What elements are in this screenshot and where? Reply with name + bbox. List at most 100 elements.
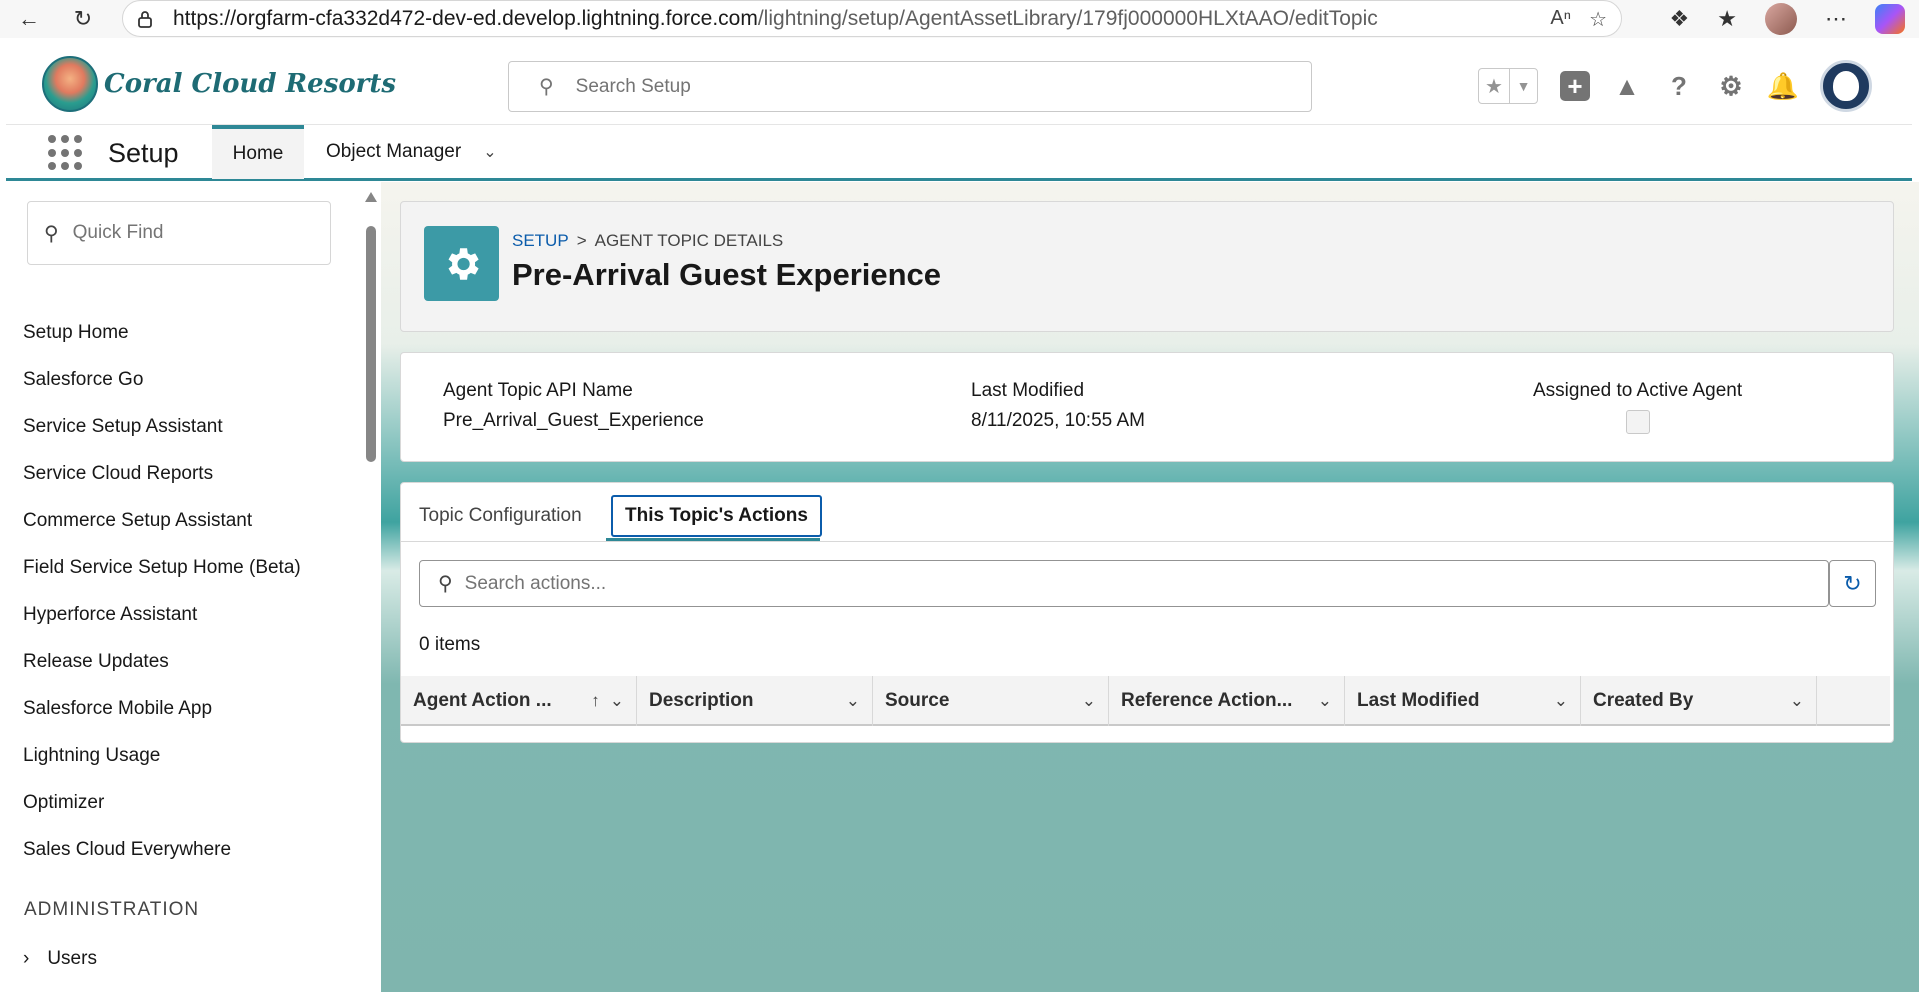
breadcrumb: SETUP > AGENT TOPIC DETAILS	[512, 231, 783, 251]
sidebar-item-optimizer[interactable]: Optimizer	[23, 792, 104, 814]
sidebar-item-salesforce-go[interactable]: Salesforce Go	[23, 369, 143, 391]
column-label: Description	[649, 690, 754, 711]
page-header: SETUP > AGENT TOPIC DETAILS Pre-Arrival …	[400, 201, 1894, 332]
chevron-down-icon[interactable]: ⌄	[610, 691, 624, 711]
copilot-icon[interactable]	[1875, 4, 1905, 34]
nav-tab-label: Home	[232, 143, 284, 164]
column-description[interactable]: Description ⌄	[637, 676, 873, 726]
more-icon[interactable]: ⋯	[1825, 6, 1847, 32]
last-modified-label: Last Modified	[971, 380, 1085, 401]
app-navigation: Setup Home Object Manager ⌄	[6, 124, 1912, 181]
sidebar-item-label: Users	[47, 948, 97, 969]
column-source[interactable]: Source ⌄	[873, 676, 1109, 726]
sidebar-item-lightning-usage[interactable]: Lightning Usage	[23, 745, 160, 767]
sidebar-item-service-setup-assistant[interactable]: Service Setup Assistant	[23, 416, 223, 438]
sidebar-item-field-service-setup[interactable]: Field Service Setup Home (Beta)	[23, 557, 301, 579]
quick-find-placeholder: Quick Find	[72, 222, 164, 243]
search-actions-input[interactable]: ⚲ Search actions...	[419, 560, 1829, 607]
address-bar[interactable]: https://orgfarm-cfa332d472-dev-ed.develo…	[122, 0, 1622, 37]
extensions-icon[interactable]: ❖	[1670, 6, 1690, 32]
browser-toolbar: ← ↻ https://orgfarm-cfa332d472-dev-ed.de…	[0, 0, 1919, 38]
nav-tab-home[interactable]: Home	[212, 125, 304, 179]
scrollbar-thumb[interactable]	[366, 226, 376, 462]
topic-tabset: Topic Configuration This Topic's Actions…	[400, 482, 1894, 743]
column-created-by[interactable]: Created By ⌄	[1581, 676, 1817, 726]
chevron-down-icon[interactable]: ⌄	[1082, 691, 1096, 711]
sidebar-scrollbar[interactable]	[363, 192, 377, 992]
favorite-star-icon[interactable]: ☆	[1589, 7, 1607, 32]
setup-gear-icon[interactable]: ⚙	[1716, 71, 1746, 101]
column-label: Reference Action...	[1121, 690, 1293, 711]
sidebar-section-title: ADMINISTRATION	[24, 899, 200, 920]
column-last-modified[interactable]: Last Modified ⌄	[1345, 676, 1581, 726]
lock-icon	[135, 9, 155, 29]
sidebar-item-salesforce-mobile-app[interactable]: Salesforce Mobile App	[23, 698, 212, 720]
sort-ascending-icon[interactable]: ↑	[591, 691, 600, 711]
sidebar-item-service-cloud-reports[interactable]: Service Cloud Reports	[23, 463, 213, 485]
user-avatar[interactable]	[1820, 60, 1872, 112]
tab-topic-actions[interactable]: This Topic's Actions	[611, 495, 822, 537]
url-host: https://orgfarm-cfa332d472-dev-ed.develo…	[173, 6, 758, 30]
breadcrumb-setup-link[interactable]: SETUP	[512, 231, 569, 251]
column-label: Last Modified	[1357, 690, 1480, 711]
back-icon[interactable]: ←	[10, 0, 48, 38]
api-name-label: Agent Topic API Name	[443, 380, 633, 401]
assigned-label: Assigned to Active Agent	[1533, 380, 1743, 401]
setup-search-input[interactable]: ⚲ Search Setup	[508, 61, 1312, 112]
search-icon: ⚲	[438, 573, 453, 595]
logo-icon	[42, 56, 98, 112]
sidebar-item-sales-cloud-everywhere[interactable]: Sales Cloud Everywhere	[23, 839, 231, 861]
chevron-down-icon[interactable]: ⌄	[1554, 691, 1568, 711]
table-header-filler	[1817, 676, 1890, 724]
sidebar-item-release-updates[interactable]: Release Updates	[23, 651, 169, 673]
sidebar-item-commerce-setup-assistant[interactable]: Commerce Setup Assistant	[23, 510, 252, 532]
tab-label: Topic Configuration	[419, 505, 582, 526]
setup-gear-icon	[424, 226, 499, 301]
favorites-group[interactable]: ★ ▼	[1478, 68, 1538, 104]
chevron-down-icon[interactable]: ⌄	[1790, 691, 1804, 711]
refresh-icon[interactable]: ↻	[64, 0, 102, 38]
help-icon[interactable]: ?	[1664, 71, 1694, 101]
favorite-star-icon[interactable]: ★	[1479, 69, 1509, 103]
refresh-icon: ↻	[1843, 570, 1862, 596]
app-launcher-icon[interactable]	[48, 135, 84, 171]
column-agent-action[interactable]: Agent Action ... ↑ ⌄	[401, 676, 637, 726]
last-modified-field: Last Modified 8/11/2025, 10:55 AM	[971, 380, 1145, 432]
url-path: /lightning/setup/AgentAssetLibrary/179fj…	[757, 6, 1378, 30]
sidebar-item-setup-home[interactable]: Setup Home	[23, 322, 129, 344]
highlights-panel: Agent Topic API Name Pre_Arrival_Guest_E…	[400, 352, 1894, 462]
column-reference-action[interactable]: Reference Action... ⌄	[1109, 676, 1345, 726]
brand-name: Coral Cloud Resorts	[104, 69, 397, 99]
notifications-bell-icon[interactable]: 🔔	[1767, 71, 1799, 101]
active-tab-indicator	[606, 538, 820, 541]
tab-label: This Topic's Actions	[625, 505, 808, 526]
actions-table-header: Agent Action ... ↑ ⌄ Description ⌄ Source…	[401, 676, 1890, 726]
page-title: Pre-Arrival Guest Experience	[512, 257, 942, 292]
refresh-button[interactable]: ↻	[1829, 560, 1876, 607]
items-count: 0 items	[419, 634, 481, 655]
profile-avatar[interactable]	[1765, 3, 1797, 35]
global-header: Coral Cloud Resorts ⚲ Search Setup ★ ▼ +…	[6, 46, 1912, 124]
chevron-down-icon[interactable]: ⌄	[846, 691, 860, 711]
chevron-down-icon[interactable]: ⌄	[483, 142, 496, 162]
quick-find-input[interactable]: ⚲ Quick Find	[27, 201, 331, 265]
sidebar-item-hyperforce-assistant[interactable]: Hyperforce Assistant	[23, 604, 197, 626]
brand-logo[interactable]: Coral Cloud Resorts	[42, 56, 396, 112]
nav-tab-label: Object Manager	[326, 141, 462, 162]
search-icon: ⚲	[539, 76, 554, 98]
search-icon: ⚲	[44, 222, 59, 245]
favorites-dropdown-icon[interactable]: ▼	[1509, 69, 1537, 103]
nav-tab-object-manager[interactable]: Object Manager ⌄	[308, 125, 515, 179]
read-aloud-icon[interactable]: Aⁿ	[1550, 7, 1571, 32]
scroll-up-icon[interactable]	[365, 192, 377, 202]
chevron-right-icon[interactable]: ›	[23, 948, 29, 970]
tab-topic-configuration[interactable]: Topic Configuration	[419, 495, 582, 537]
sidebar-item-users[interactable]: › Users	[23, 948, 97, 970]
global-actions-icon[interactable]: +	[1560, 71, 1590, 101]
breadcrumb-separator: >	[576, 231, 587, 250]
trailhead-icon[interactable]: ▲	[1612, 71, 1642, 101]
assigned-field: Assigned to Active Agent	[1533, 380, 1742, 434]
chevron-down-icon[interactable]: ⌄	[1318, 691, 1332, 711]
user-avatar-icon	[1833, 71, 1859, 101]
favorites-icon[interactable]: ★	[1717, 6, 1737, 32]
